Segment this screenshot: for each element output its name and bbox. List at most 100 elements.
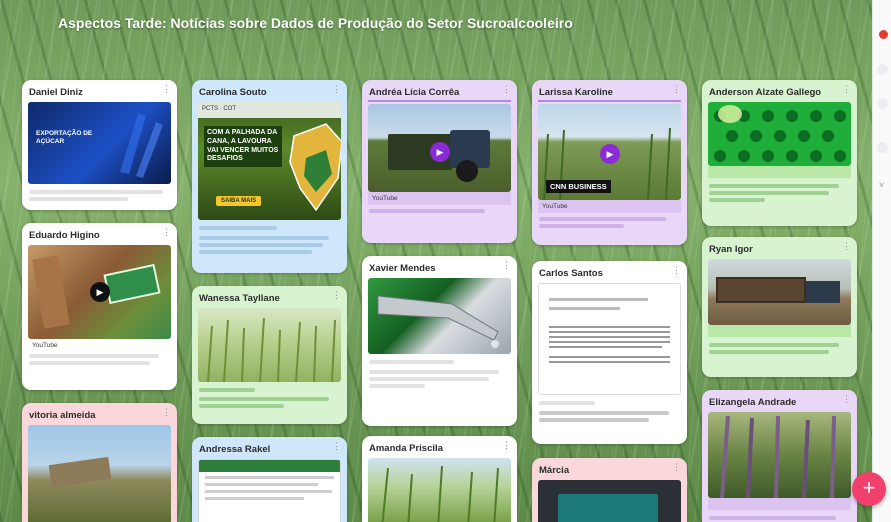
toolbar-button-icon[interactable] — [877, 64, 888, 75]
post-description-placeholder — [702, 510, 857, 522]
post-source-placeholder — [708, 498, 851, 510]
post-description-placeholder — [362, 354, 517, 392]
toolbar-button-icon[interactable] — [877, 98, 888, 109]
toolbar-button-icon[interactable] — [877, 142, 888, 153]
post-author: Larissa Karoline — [539, 87, 613, 98]
post-card[interactable]: Wanessa Tayllane ⋮ — [192, 286, 347, 424]
post-media-video[interactable]: ▶ — [28, 245, 171, 339]
more-options-icon[interactable]: ⋮ — [332, 290, 341, 301]
post-description-placeholder — [22, 352, 177, 369]
post-description-placeholder — [362, 205, 517, 217]
cane-field-icon — [381, 465, 499, 522]
post-author: Carolina Souto — [199, 87, 267, 98]
post-card[interactable]: Eduardo Higino ⋮ ▶ YouTube — [22, 223, 177, 390]
post-card[interactable]: Anderson Alzate Gallego ⋮ — [702, 80, 857, 226]
media-logos: PCTS · COT — [198, 102, 341, 118]
more-options-icon[interactable]: ⋮ — [502, 84, 511, 95]
post-source: YouTube — [32, 342, 58, 349]
media-headline: COM A PALHADA DA CANA, A LAVOURA VAI VEN… — [204, 126, 282, 167]
post-card[interactable]: Andréa Lícia Corrêa ⋮ ▶ YouTube — [362, 80, 517, 243]
right-toolbar: ˅ — [872, 0, 891, 522]
cane-stalks-icon — [720, 415, 836, 498]
post-author: Amanda Priscila — [369, 443, 443, 454]
post-description-placeholder — [702, 337, 857, 358]
post-description-placeholder — [532, 395, 687, 426]
more-options-icon[interactable]: ⋮ — [332, 84, 341, 95]
post-source: YouTube — [368, 192, 511, 205]
post-description-placeholder — [22, 184, 177, 210]
play-icon[interactable]: ▶ — [90, 282, 110, 302]
play-icon[interactable]: ▶ — [430, 142, 450, 162]
post-author: Daniel Diniz — [29, 87, 83, 98]
post-description-placeholder — [192, 220, 347, 258]
more-options-icon[interactable]: ⋮ — [842, 84, 851, 95]
fuel-nozzle-icon — [377, 295, 499, 348]
post-author: Xavier Mendes — [369, 263, 436, 274]
post-author: Andréa Lícia Corrêa — [369, 87, 460, 98]
media-button: SAIBA MAIS — [216, 196, 262, 206]
post-card[interactable]: Xavier Mendes ⋮ — [362, 256, 517, 426]
post-author: Anderson Alzate Gallego — [709, 87, 822, 98]
post-card[interactable]: Daniel Diniz ⋮ EXPORTAÇÃO DE AÇÚCAR — [22, 80, 177, 210]
post-source-placeholder — [708, 325, 851, 337]
more-options-icon[interactable]: ⋮ — [502, 440, 511, 451]
post-media-image[interactable] — [708, 412, 851, 498]
post-card[interactable]: Larissa Karoline ⋮ ▶ CNN BUSINESS YouTub… — [532, 80, 687, 245]
pattern-icon — [714, 105, 846, 162]
post-card[interactable]: vitoria almeida ⋮ — [22, 403, 177, 522]
post-author: vitoria almeida — [29, 410, 96, 421]
more-options-icon[interactable]: ⋮ — [162, 227, 171, 238]
post-card[interactable]: Carolina Souto ⋮ PCTS · COT COM A PALHAD… — [192, 80, 347, 273]
more-options-icon[interactable]: ⋮ — [162, 407, 171, 418]
map-icon — [289, 123, 341, 212]
post-media-image[interactable]: EXPORTAÇÃO DE AÇÚCAR — [28, 102, 171, 184]
post-media-image[interactable]: PCTS · COT COM A PALHADA DA CANA, A LAVO… — [198, 102, 341, 220]
notification-dot-icon — [879, 30, 888, 39]
post-media-image[interactable] — [28, 425, 171, 522]
post-author: Márcia — [539, 465, 570, 476]
post-media-image[interactable] — [368, 278, 511, 354]
post-author: Elizangela Andrade — [709, 397, 797, 408]
video-overlay-text: CNN BUSINESS — [546, 180, 611, 193]
post-media-image[interactable] — [368, 458, 511, 522]
post-media-image[interactable] — [538, 480, 681, 522]
post-media-video[interactable]: ▶ — [368, 104, 511, 192]
media-caption: EXPORTAÇÃO DE AÇÚCAR — [36, 130, 93, 145]
more-options-icon[interactable]: ⋮ — [842, 394, 851, 405]
post-media-image[interactable] — [708, 259, 851, 325]
post-author: Wanessa Tayllane — [199, 293, 280, 304]
post-author: Ryan Igor — [709, 244, 753, 255]
post-media-video[interactable]: ▶ CNN BUSINESS — [538, 104, 681, 200]
post-description-placeholder — [192, 382, 347, 412]
post-media-image[interactable] — [708, 102, 851, 166]
post-source: YouTube — [538, 200, 681, 213]
more-options-icon[interactable]: ⋮ — [332, 441, 341, 452]
padlet-board: Aspectos Tarde: Notícias sobre Dados de … — [0, 0, 891, 522]
add-post-button[interactable]: + — [852, 472, 886, 506]
more-options-icon[interactable]: ⋮ — [672, 265, 681, 276]
post-media-image[interactable] — [198, 308, 341, 382]
more-options-icon[interactable]: ⋮ — [842, 241, 851, 252]
post-description-placeholder — [702, 178, 857, 206]
post-card[interactable]: Márcia ⋮ — [532, 458, 687, 522]
post-author: Andressa Rakel — [199, 444, 271, 455]
post-card[interactable]: Andressa Rakel ⋮ — [192, 437, 347, 522]
post-media-document[interactable] — [538, 283, 681, 395]
post-source-placeholder — [708, 166, 851, 178]
chevron-down-icon[interactable]: ˅ — [879, 180, 884, 190]
post-author: Carlos Santos — [539, 268, 603, 279]
post-card[interactable]: Ryan Igor ⋮ — [702, 237, 857, 377]
post-author: Eduardo Higino — [29, 230, 100, 241]
post-card[interactable]: Elizangela Andrade ⋮ — [702, 390, 857, 522]
play-icon[interactable]: ▶ — [600, 144, 620, 164]
cane-field-icon — [207, 317, 336, 382]
post-description-placeholder — [532, 213, 687, 232]
post-media-document[interactable] — [198, 459, 341, 522]
more-options-icon[interactable]: ⋮ — [162, 84, 171, 95]
more-options-icon[interactable]: ⋮ — [502, 260, 511, 271]
board-title: Aspectos Tarde: Notícias sobre Dados de … — [58, 15, 573, 31]
post-card[interactable]: Carlos Santos ⋮ — [532, 261, 687, 444]
more-options-icon[interactable]: ⋮ — [672, 462, 681, 473]
post-card[interactable]: Amanda Priscila ⋮ — [362, 436, 517, 522]
more-options-icon[interactable]: ⋮ — [672, 84, 681, 95]
